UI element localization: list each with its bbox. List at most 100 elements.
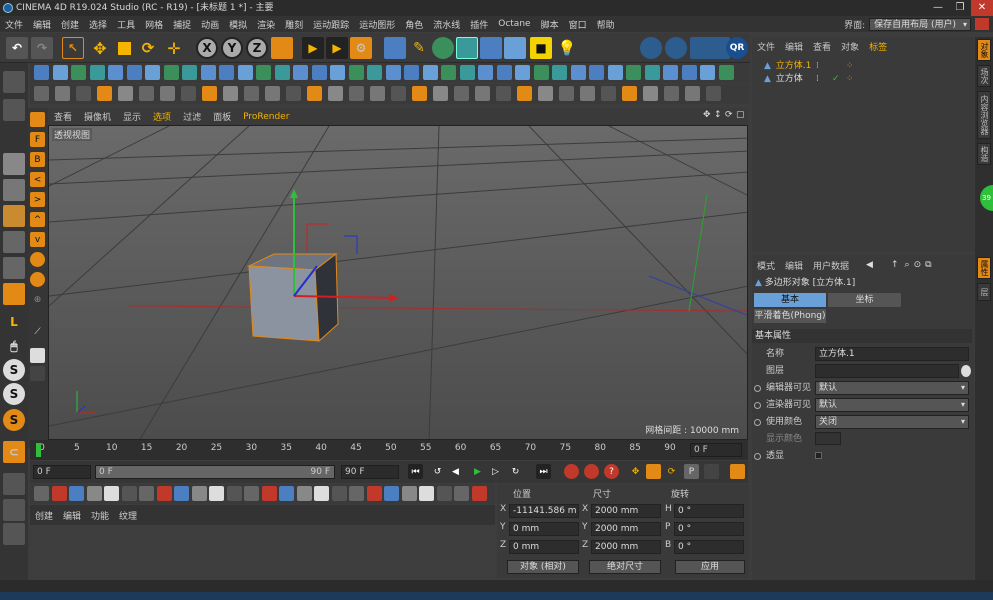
object-primitive-icon[interactable] <box>274 65 290 80</box>
view-right-icon[interactable]: > <box>30 192 45 207</box>
visibility-dots-icon[interactable]: ⁞ <box>816 60 819 72</box>
material-tool-icon[interactable] <box>34 486 49 501</box>
modeling-tool-icon[interactable] <box>286 86 301 101</box>
object-primitive-icon[interactable] <box>145 65 160 80</box>
object-primitive-icon[interactable] <box>348 65 364 80</box>
object-primitive-icon[interactable] <box>163 65 179 80</box>
grid-icon[interactable] <box>30 366 45 381</box>
material-tool-icon[interactable] <box>471 486 487 501</box>
object-primitive-icon[interactable] <box>663 65 678 80</box>
material-menu-item[interactable]: 纹理 <box>114 509 142 522</box>
playhead-marker[interactable] <box>36 443 41 457</box>
modeling-tool-icon[interactable] <box>643 86 658 101</box>
rotate-view-icon[interactable]: ↕ <box>714 110 722 120</box>
next-key-icon[interactable]: ↻ <box>508 464 523 479</box>
goto-start-icon[interactable]: ⏮ <box>408 464 423 479</box>
object-primitive-icon[interactable] <box>52 65 68 80</box>
object-primitive-icon[interactable] <box>404 65 419 80</box>
maximize-view-icon[interactable]: ▢ <box>736 110 745 120</box>
object-primitive-icon[interactable] <box>200 65 216 80</box>
menu-item[interactable]: 文件 <box>0 18 28 31</box>
model-mode-icon[interactable] <box>3 153 25 175</box>
lock-icon[interactable]: ⊙ <box>914 260 922 270</box>
pin-icon[interactable]: ⟋ <box>30 324 45 339</box>
tab-basic[interactable]: 基本 <box>754 293 826 307</box>
play-icon[interactable]: ▶ <box>470 464 485 479</box>
modeling-tool-icon[interactable] <box>160 86 175 101</box>
key-pla-icon[interactable] <box>704 464 719 479</box>
modeling-tool-icon[interactable] <box>349 86 364 101</box>
material-menu-item[interactable]: 创建 <box>30 509 58 522</box>
position-field[interactable]: 0 mm <box>509 522 579 536</box>
enabled-check-icon[interactable]: ✓ <box>832 73 840 85</box>
scale-tool-icon[interactable] <box>113 37 135 59</box>
menu-item[interactable]: 雕刻 <box>280 18 308 31</box>
view-down-icon[interactable]: v <box>30 232 45 247</box>
menu-item[interactable]: 捕捉 <box>168 18 196 31</box>
rotation-field[interactable]: 0 ° <box>674 540 744 554</box>
object-primitive-icon[interactable] <box>385 65 401 80</box>
material-tool-icon[interactable] <box>69 486 84 501</box>
tab-coordinates[interactable]: 坐标 <box>828 293 901 307</box>
menu-item[interactable]: 工具 <box>112 18 140 31</box>
render-settings-icon[interactable]: ⚙ <box>350 37 372 59</box>
mouse-icon[interactable]: 🖱 <box>3 335 25 357</box>
position-field[interactable]: 0 mm <box>509 540 579 554</box>
material-tool-icon[interactable] <box>156 486 172 501</box>
material-tool-icon[interactable] <box>331 486 347 501</box>
modeling-tool-icon[interactable] <box>601 86 616 101</box>
display-color-swatch[interactable] <box>815 432 841 445</box>
modeling-tool-icon[interactable] <box>265 86 280 101</box>
close-button[interactable]: ✕ <box>971 0 993 16</box>
snap-icon[interactable]: L <box>3 311 25 333</box>
object-menu-item[interactable]: 查看 <box>808 40 836 53</box>
start-frame-field[interactable]: 0 F <box>33 465 91 479</box>
object-primitive-icon[interactable] <box>89 65 105 80</box>
new-window-icon[interactable]: ⧉ <box>925 260 931 270</box>
coordinate-system-icon[interactable] <box>271 37 293 59</box>
material-tool-icon[interactable] <box>454 486 469 501</box>
name-field[interactable]: 立方体.1 <box>815 347 969 361</box>
use-color-dropdown[interactable]: 关闭 <box>815 415 969 429</box>
modeling-tool-icon[interactable] <box>118 86 133 101</box>
menu-item[interactable]: 编辑 <box>28 18 56 31</box>
modeling-tool-icon[interactable] <box>370 86 385 101</box>
view-back-icon[interactable]: B <box>30 152 45 167</box>
plugin-icon-c[interactable] <box>3 523 25 545</box>
menu-item[interactable]: 帮助 <box>592 18 620 31</box>
object-menu-item[interactable]: 编辑 <box>780 40 808 53</box>
modeling-tool-icon[interactable] <box>496 86 511 101</box>
polygons-mode-icon[interactable] <box>3 283 25 305</box>
menu-item[interactable]: 网格 <box>140 18 168 31</box>
size-field[interactable]: 2000 mm <box>591 504 661 518</box>
globe-icon[interactable]: ⊕ <box>30 292 45 307</box>
timeline-ruler[interactable]: 0 5 10 15 20 25 30 35 40 45 50 55 60 65 70 75 80 85 90 <box>30 440 748 460</box>
light-icon[interactable]: 💡 <box>556 37 578 59</box>
menu-item[interactable]: 运动图形 <box>354 18 400 31</box>
move-view-icon[interactable]: ✥ <box>703 110 711 120</box>
menu-item[interactable]: 渲染 <box>252 18 280 31</box>
modeling-tool-icon[interactable] <box>76 86 91 101</box>
material-tool-icon[interactable] <box>384 486 399 501</box>
object-primitive-icon[interactable] <box>126 65 142 80</box>
layout-icon[interactable] <box>30 348 45 363</box>
modeling-tool-icon[interactable] <box>34 86 49 101</box>
make-editable-icon[interactable] <box>3 71 25 93</box>
texture-mode-icon[interactable] <box>3 179 25 201</box>
rotate-tool-icon[interactable]: ⟳ <box>137 37 159 59</box>
camera-icon[interactable]: ■ <box>530 37 552 59</box>
menu-item[interactable]: 动画 <box>196 18 224 31</box>
view-top-icon[interactable] <box>30 112 45 127</box>
modeling-tool-icon[interactable] <box>391 86 406 101</box>
view-iso-icon[interactable] <box>30 272 45 287</box>
size-field[interactable]: 2000 mm <box>591 540 661 554</box>
menu-item[interactable]: 流水线 <box>428 18 465 31</box>
s-plugin-icon-1[interactable]: S <box>3 359 25 381</box>
render-picture-viewer-icon[interactable]: ▶ <box>326 37 348 59</box>
modeling-tool-icon[interactable] <box>706 86 721 101</box>
magnet-icon[interactable]: ⊂ <box>3 441 25 463</box>
material-tool-icon[interactable] <box>226 486 242 501</box>
editor-visible-dropdown[interactable]: 默认 <box>815 381 969 395</box>
xray-checkbox[interactable] <box>815 452 822 459</box>
viewport-menu-item[interactable]: 选项 <box>147 110 177 123</box>
